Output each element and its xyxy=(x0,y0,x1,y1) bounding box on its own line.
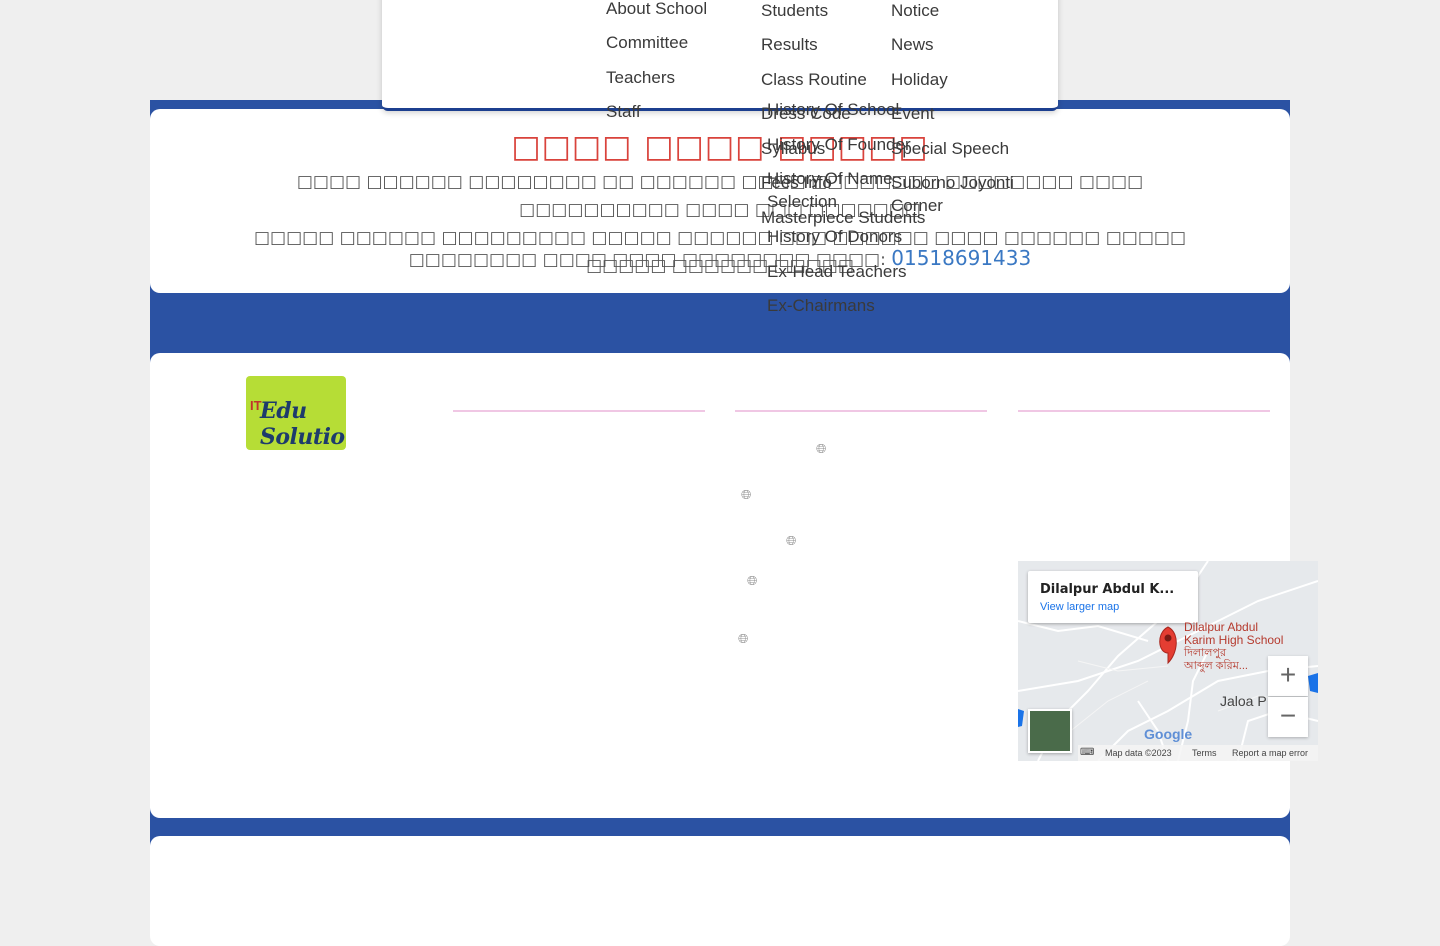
globe-icon[interactable]: 🌐︎ xyxy=(738,632,748,646)
submenu-ex-head-teachers[interactable]: Ex-Head Teachers xyxy=(767,262,907,282)
copyright-card xyxy=(150,836,1290,946)
edu-solution-logo[interactable]: IT Edu Solution xyxy=(246,376,346,450)
footer-column-divider-3 xyxy=(1018,410,1270,412)
menu-suborno-joyonti[interactable]: Suborno Joyonti xyxy=(891,173,1014,193)
menu-corner[interactable]: Corner xyxy=(891,196,943,216)
globe-icon[interactable]: 🌐︎ xyxy=(816,442,826,456)
menu-notice[interactable]: Notice xyxy=(891,1,939,21)
menu-holiday[interactable]: Holiday xyxy=(891,70,948,90)
zoom-in-button[interactable]: + xyxy=(1268,656,1308,696)
menu-results[interactable]: Results xyxy=(761,35,818,55)
submenu-selection[interactable]: Selection xyxy=(767,192,837,212)
globe-icon[interactable]: 🌐︎ xyxy=(747,574,757,588)
menu-class-routine[interactable]: Class Routine xyxy=(761,70,867,90)
school-description-line-1: □□□□ □□□□□□ □□□□□□□□ □□ □□□□□□ □□□□ □□□□… xyxy=(296,172,1144,220)
pin-label-en-2: Karim High School xyxy=(1184,633,1284,647)
dropdown-menu-panel xyxy=(382,0,1058,111)
menu-about-school[interactable]: About School xyxy=(606,0,707,19)
terms-link[interactable]: Terms xyxy=(1192,748,1217,758)
menu-teachers[interactable]: Teachers xyxy=(606,68,675,88)
submenu-history-of-name[interactable]: History Of Name xyxy=(767,169,893,189)
place-label: Jaloa P xyxy=(1220,693,1267,709)
map-data-text: Map data ©2023 xyxy=(1105,748,1172,758)
submenu-history-of-donors[interactable]: History Of Donors xyxy=(767,227,902,247)
report-map-error-link[interactable]: Report a map error xyxy=(1232,748,1308,758)
globe-icon[interactable]: 🌐︎ xyxy=(741,488,751,502)
logo-text: Edu Solution xyxy=(260,398,346,450)
phone-link[interactable]: 01518691433 xyxy=(891,246,1031,270)
zoom-out-button[interactable]: − xyxy=(1268,697,1308,737)
menu-news[interactable]: News xyxy=(891,35,934,55)
globe-icon[interactable]: 🌐︎ xyxy=(786,534,796,548)
submenu-history-of-founder[interactable]: History Of Founder xyxy=(767,135,911,155)
google-logo: Google xyxy=(1144,726,1193,742)
submenu-history-of-school[interactable]: History Of School xyxy=(767,100,899,120)
google-map-embed[interactable]: Dilalpur Abdul K... View larger map Dila… xyxy=(1018,561,1318,761)
contact-line: □□□□□□□□ □□□□ □□□□ □□□□□□□□ □□□□: 015186… xyxy=(250,244,1190,274)
menu-staff[interactable]: Staff xyxy=(606,102,641,122)
footer-column-divider-2 xyxy=(735,410,987,412)
submenu-ex-chairmans[interactable]: Ex-Chairmans xyxy=(767,296,875,316)
satellite-toggle-button[interactable] xyxy=(1028,709,1072,753)
school-title: □□□□ □□□□ □□□□□ xyxy=(511,129,929,165)
keyboard-icon[interactable]: ⌨ xyxy=(1080,747,1094,758)
map-attribution-bar: ⌨ Map data ©2023 Terms Report a map erro… xyxy=(1078,745,1318,761)
menu-students[interactable]: Students xyxy=(761,1,828,21)
menu-committee[interactable]: Committee xyxy=(606,33,688,53)
footer-column-divider-1 xyxy=(453,410,705,412)
